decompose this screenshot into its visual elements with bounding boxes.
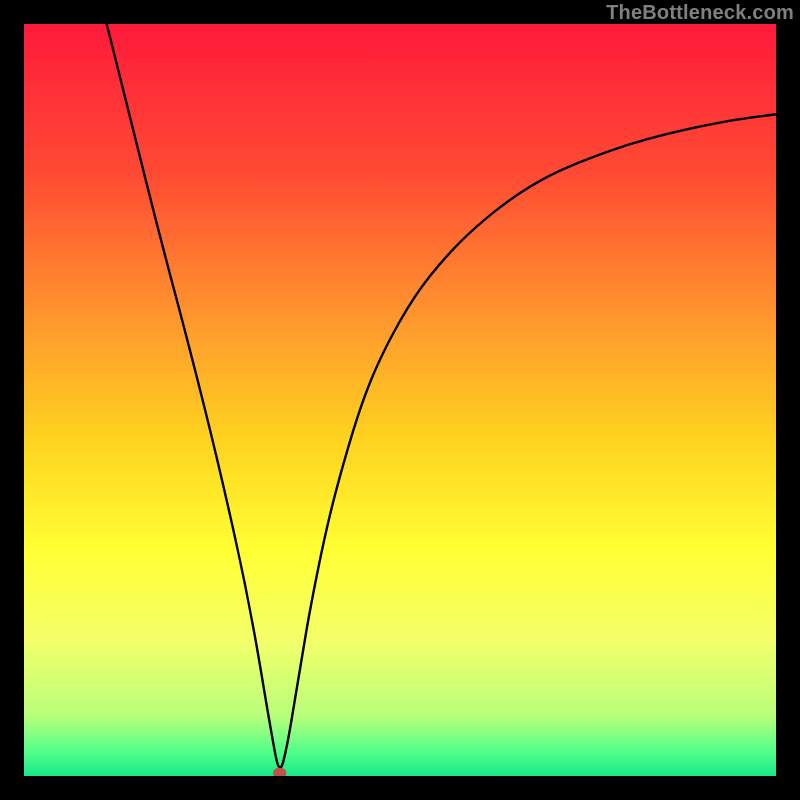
gradient-background: [24, 24, 776, 776]
watermark-text: TheBottleneck.com: [606, 2, 794, 25]
bottleneck-chart: [24, 24, 776, 776]
plot-frame: [24, 24, 776, 776]
